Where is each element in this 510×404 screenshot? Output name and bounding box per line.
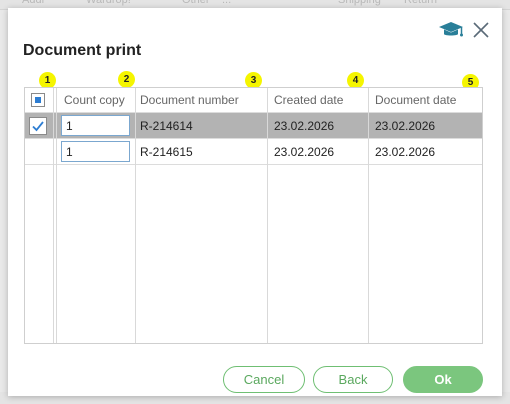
back-button[interactable]: Back [313,366,393,393]
ok-button[interactable]: Ok [403,366,483,393]
annotation-badge: 2 [118,71,135,88]
select-all-checkbox[interactable] [31,93,45,107]
document-grid: Count copy Document number Created date … [24,87,483,344]
grid-header-row: Count copy Document number Created date … [25,88,482,113]
column-divider [267,88,268,343]
cancel-button[interactable]: Cancel [223,366,305,393]
created-date-cell: 23.02.2026 [274,118,335,133]
dialog-title: Document print [23,42,142,59]
row-checkbox-cell[interactable] [29,139,53,164]
document-number-cell: R-214615 [140,144,193,159]
background-tab: ... [222,0,232,6]
checkmark-icon [32,120,44,131]
document-number-cell: R-214614 [140,118,193,133]
background-tab: Return [404,0,438,6]
created-date-cell: 23.02.2026 [274,144,335,159]
background-tab: Wardrop! [86,0,131,6]
count-copy-input[interactable] [61,141,130,162]
column-divider [135,88,136,343]
table-row[interactable]: R-214615 23.02.2026 23.02.2026 [25,139,482,165]
background-tab: Other [182,0,210,6]
table-row[interactable]: R-214614 23.02.2026 23.02.2026 [25,113,482,139]
column-header-document-date[interactable]: Document date [375,88,475,112]
background-tab: Shipping [338,0,381,6]
column-divider [53,88,54,343]
column-header-created-date[interactable]: Created date [274,88,369,112]
column-header-count-copy[interactable]: Count copy [64,88,134,112]
close-icon[interactable] [472,21,490,39]
column-header-document-number[interactable]: Document number [140,88,265,112]
column-divider [368,88,369,343]
count-copy-input[interactable] [61,115,130,136]
column-divider [56,88,57,343]
document-date-cell: 23.02.2026 [375,118,436,133]
graduation-cap-icon[interactable] [438,20,464,40]
document-print-dialog: Document print 1 2 3 4 5 Count copy Docu… [8,8,502,396]
background-tab: Addr [22,0,46,6]
document-date-cell: 23.02.2026 [375,144,436,159]
row-checkbox[interactable] [29,116,47,135]
